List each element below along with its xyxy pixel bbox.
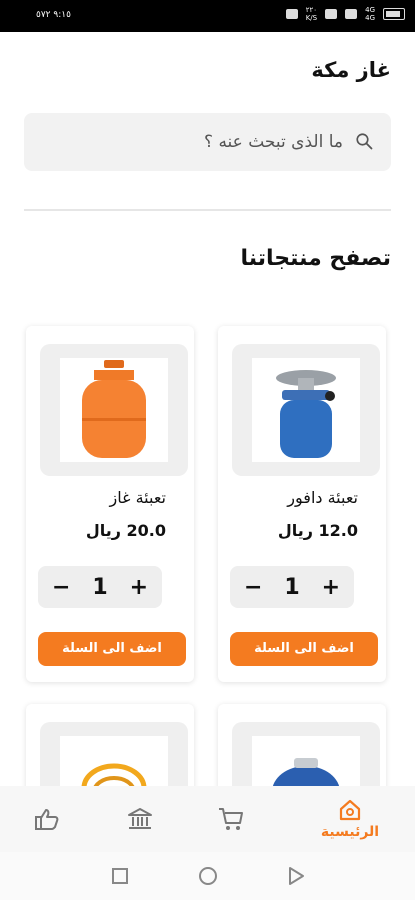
recent-apps-icon[interactable] [110, 866, 130, 886]
sim-indicator: 4G 4G [365, 6, 375, 22]
minus-button[interactable]: − [52, 575, 70, 600]
tab-home[interactable]: الرئيسية [300, 786, 400, 852]
product-price: 20.0 ريال [85, 521, 166, 540]
back-icon[interactable] [286, 866, 306, 886]
search-icon [356, 133, 373, 150]
home-icon [339, 799, 361, 821]
plus-button[interactable]: + [130, 575, 148, 600]
search-bar[interactable] [24, 113, 391, 171]
tab-cart[interactable] [206, 786, 256, 852]
product-card[interactable] [26, 704, 194, 802]
minus-button[interactable]: − [244, 575, 262, 600]
camping-stove-icon [276, 370, 336, 458]
quantity-value: 1 [284, 574, 300, 600]
gas-cylinder-icon [82, 360, 146, 458]
product-name: تعبئة غاز [109, 488, 166, 507]
plus-button[interactable]: + [322, 575, 340, 600]
tab-bank[interactable] [115, 786, 165, 852]
search-input[interactable] [53, 125, 343, 159]
tab-likes[interactable] [22, 786, 72, 852]
wifi-icon [325, 9, 338, 19]
network-speed: ٢٢٠ K/S [305, 6, 318, 22]
product-card[interactable] [218, 704, 386, 802]
product-name: تعبئة دافور [287, 488, 358, 507]
bottom-tab-bar: الرئيسية [0, 786, 415, 852]
quantity-value: 1 [92, 574, 108, 600]
quantity-stepper: − 1 + [230, 566, 354, 608]
quantity-stepper: − 1 + [38, 566, 162, 608]
battery-icon [383, 8, 405, 20]
add-to-cart-button[interactable]: اضف الى السلة [38, 632, 186, 666]
home-nav-icon[interactable] [198, 866, 218, 886]
divider [24, 209, 391, 211]
status-bar: ٩:١٥ ٥٧٢ ٢٢٠ K/S 4G 4G [0, 0, 415, 32]
signal-icon [345, 9, 358, 19]
add-to-cart-button[interactable]: اضف الى السلة [230, 632, 378, 666]
cart-icon [219, 808, 243, 830]
status-icons: ٢٢٠ K/S 4G 4G [285, 6, 405, 22]
product-card[interactable]: تعبئة غاز 20.0 ريال − 1 + اضف الى السلة [26, 326, 194, 682]
product-image[interactable] [232, 344, 380, 476]
thumbs-up-icon [35, 809, 59, 830]
system-nav-bar [0, 852, 415, 900]
status-time: ٩:١٥ ٥٧٢ [36, 10, 71, 20]
product-card[interactable]: تعبئة دافور 12.0 ريال − 1 + اضف الى السل… [218, 326, 386, 682]
store-title: غاز مكة [311, 58, 391, 82]
tab-home-label: الرئيسية [320, 824, 380, 840]
product-price: 12.0 ريال [277, 521, 358, 540]
section-title: تصفح منتجاتنا [240, 246, 392, 271]
notification-icon [285, 9, 298, 19]
bank-icon [128, 808, 152, 829]
product-image[interactable] [40, 344, 188, 476]
